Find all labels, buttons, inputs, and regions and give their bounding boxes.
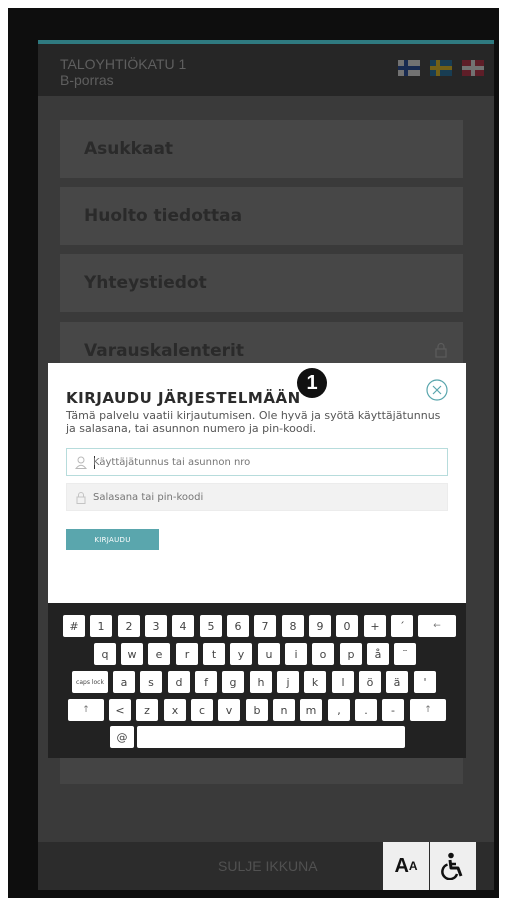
key-at[interactable]: @ bbox=[110, 726, 134, 748]
key-backspace[interactable]: ← bbox=[418, 615, 456, 637]
key-shift-right[interactable]: ↑ bbox=[410, 699, 446, 721]
key-less-than[interactable]: < bbox=[109, 699, 131, 721]
login-button[interactable]: KIRJAUDU bbox=[66, 529, 159, 550]
key-ouml[interactable]: ö bbox=[359, 671, 381, 693]
key-i[interactable]: i bbox=[285, 643, 307, 665]
key-4[interactable]: 4 bbox=[172, 615, 194, 637]
key-o[interactable]: o bbox=[312, 643, 334, 665]
password-input[interactable] bbox=[93, 484, 443, 510]
english-flag-icon[interactable] bbox=[462, 60, 484, 76]
key-q[interactable]: q bbox=[94, 643, 116, 665]
menu-item-label: Yhteystiedot bbox=[84, 273, 207, 293]
key-comma[interactable]: , bbox=[328, 699, 350, 721]
key-l[interactable]: l bbox=[332, 671, 354, 693]
key-r[interactable]: r bbox=[176, 643, 198, 665]
menu-item-label: Huolto tiedottaa bbox=[84, 206, 243, 226]
key-aring[interactable]: å bbox=[367, 643, 389, 665]
key-x[interactable]: x bbox=[164, 699, 186, 721]
key-j[interactable]: j bbox=[277, 671, 299, 693]
key-caps-lock[interactable]: caps lock bbox=[72, 671, 108, 693]
key-0[interactable]: 0 bbox=[336, 615, 358, 637]
username-input[interactable] bbox=[93, 449, 443, 475]
dialog-title: KIRJAUDU JÄRJESTELMÄÄN bbox=[66, 389, 301, 407]
text-size-button[interactable]: AA bbox=[383, 842, 429, 890]
key-9[interactable]: 9 bbox=[309, 615, 331, 637]
key-space[interactable] bbox=[137, 726, 405, 748]
on-screen-keyboard: # 1 2 3 4 5 6 7 8 9 0 + ´ ← q w e r t y … bbox=[48, 603, 466, 758]
key-diaeresis[interactable]: ¨ bbox=[394, 643, 416, 665]
key-v[interactable]: v bbox=[218, 699, 240, 721]
building-stair: B-porras bbox=[60, 72, 114, 88]
key-2[interactable]: 2 bbox=[118, 615, 140, 637]
key-6[interactable]: 6 bbox=[227, 615, 249, 637]
building-address: TALOYHTIÖKATU 1 bbox=[60, 56, 187, 72]
close-window-button[interactable]: SULJE IKKUNA bbox=[218, 858, 318, 874]
key-b[interactable]: b bbox=[246, 699, 268, 721]
key-apostrophe[interactable]: ' bbox=[414, 671, 436, 693]
key-p[interactable]: p bbox=[340, 643, 362, 665]
step-number-badge: 1 bbox=[297, 368, 327, 398]
menu-item-label: Varauskalenterit bbox=[84, 341, 245, 361]
wheelchair-icon bbox=[441, 852, 463, 880]
key-t[interactable]: t bbox=[203, 643, 225, 665]
key-n[interactable]: n bbox=[273, 699, 295, 721]
lock-icon bbox=[76, 492, 86, 504]
key-g[interactable]: g bbox=[222, 671, 244, 693]
key-7[interactable]: 7 bbox=[254, 615, 276, 637]
key-y[interactable]: y bbox=[230, 643, 252, 665]
key-z[interactable]: z bbox=[136, 699, 158, 721]
close-icon[interactable] bbox=[426, 379, 448, 401]
dialog-description: Tämä palvelu vaatii kirjautumisen. Ole h… bbox=[66, 409, 441, 435]
password-field[interactable] bbox=[66, 483, 448, 511]
menu-item-label: Asukkaat bbox=[84, 139, 174, 159]
key-minus[interactable]: - bbox=[382, 699, 404, 721]
key-3[interactable]: 3 bbox=[145, 615, 167, 637]
key-d[interactable]: d bbox=[168, 671, 190, 693]
key-1[interactable]: 1 bbox=[90, 615, 112, 637]
user-icon bbox=[75, 456, 87, 469]
finnish-flag-icon[interactable] bbox=[398, 60, 420, 76]
menu-item-huolto[interactable]: Huolto tiedottaa bbox=[60, 187, 463, 245]
swedish-flag-icon[interactable] bbox=[430, 60, 452, 76]
key-h[interactable]: h bbox=[250, 671, 272, 693]
text-size-large-glyph: A bbox=[394, 854, 409, 877]
key-e[interactable]: e bbox=[148, 643, 170, 665]
key-8[interactable]: 8 bbox=[282, 615, 304, 637]
key-m[interactable]: m bbox=[300, 699, 322, 721]
key-u[interactable]: u bbox=[258, 643, 280, 665]
key-s[interactable]: s bbox=[140, 671, 162, 693]
header: TALOYHTIÖKATU 1 B-porras bbox=[38, 44, 494, 96]
username-field[interactable] bbox=[66, 448, 448, 476]
key-c[interactable]: c bbox=[191, 699, 213, 721]
key-acute[interactable]: ´ bbox=[391, 615, 413, 637]
key-f[interactable]: f bbox=[195, 671, 217, 693]
key-k[interactable]: k bbox=[304, 671, 326, 693]
key-w[interactable]: w bbox=[121, 643, 143, 665]
key-auml[interactable]: ä bbox=[386, 671, 408, 693]
key-period[interactable]: . bbox=[355, 699, 377, 721]
bottom-bar: SULJE IKKUNA AA bbox=[38, 842, 494, 890]
text-size-small-glyph: A bbox=[408, 859, 418, 873]
building-title: TALOYHTIÖKATU 1 B-porras bbox=[60, 56, 186, 88]
key-hash[interactable]: # bbox=[63, 615, 85, 637]
key-a[interactable]: a bbox=[113, 671, 135, 693]
lock-icon bbox=[435, 342, 447, 358]
menu-item-asukkaat[interactable]: Asukkaat bbox=[60, 120, 463, 178]
key-plus[interactable]: + bbox=[364, 615, 386, 637]
key-shift-left[interactable]: ↑ bbox=[68, 699, 104, 721]
language-selector bbox=[398, 60, 484, 76]
menu-item-yhteystiedot[interactable]: Yhteystiedot bbox=[60, 254, 463, 312]
accessibility-button[interactable] bbox=[430, 842, 476, 890]
login-dialog: KIRJAUDU JÄRJESTELMÄÄN Tämä palvelu vaat… bbox=[48, 363, 466, 603]
key-5[interactable]: 5 bbox=[200, 615, 222, 637]
